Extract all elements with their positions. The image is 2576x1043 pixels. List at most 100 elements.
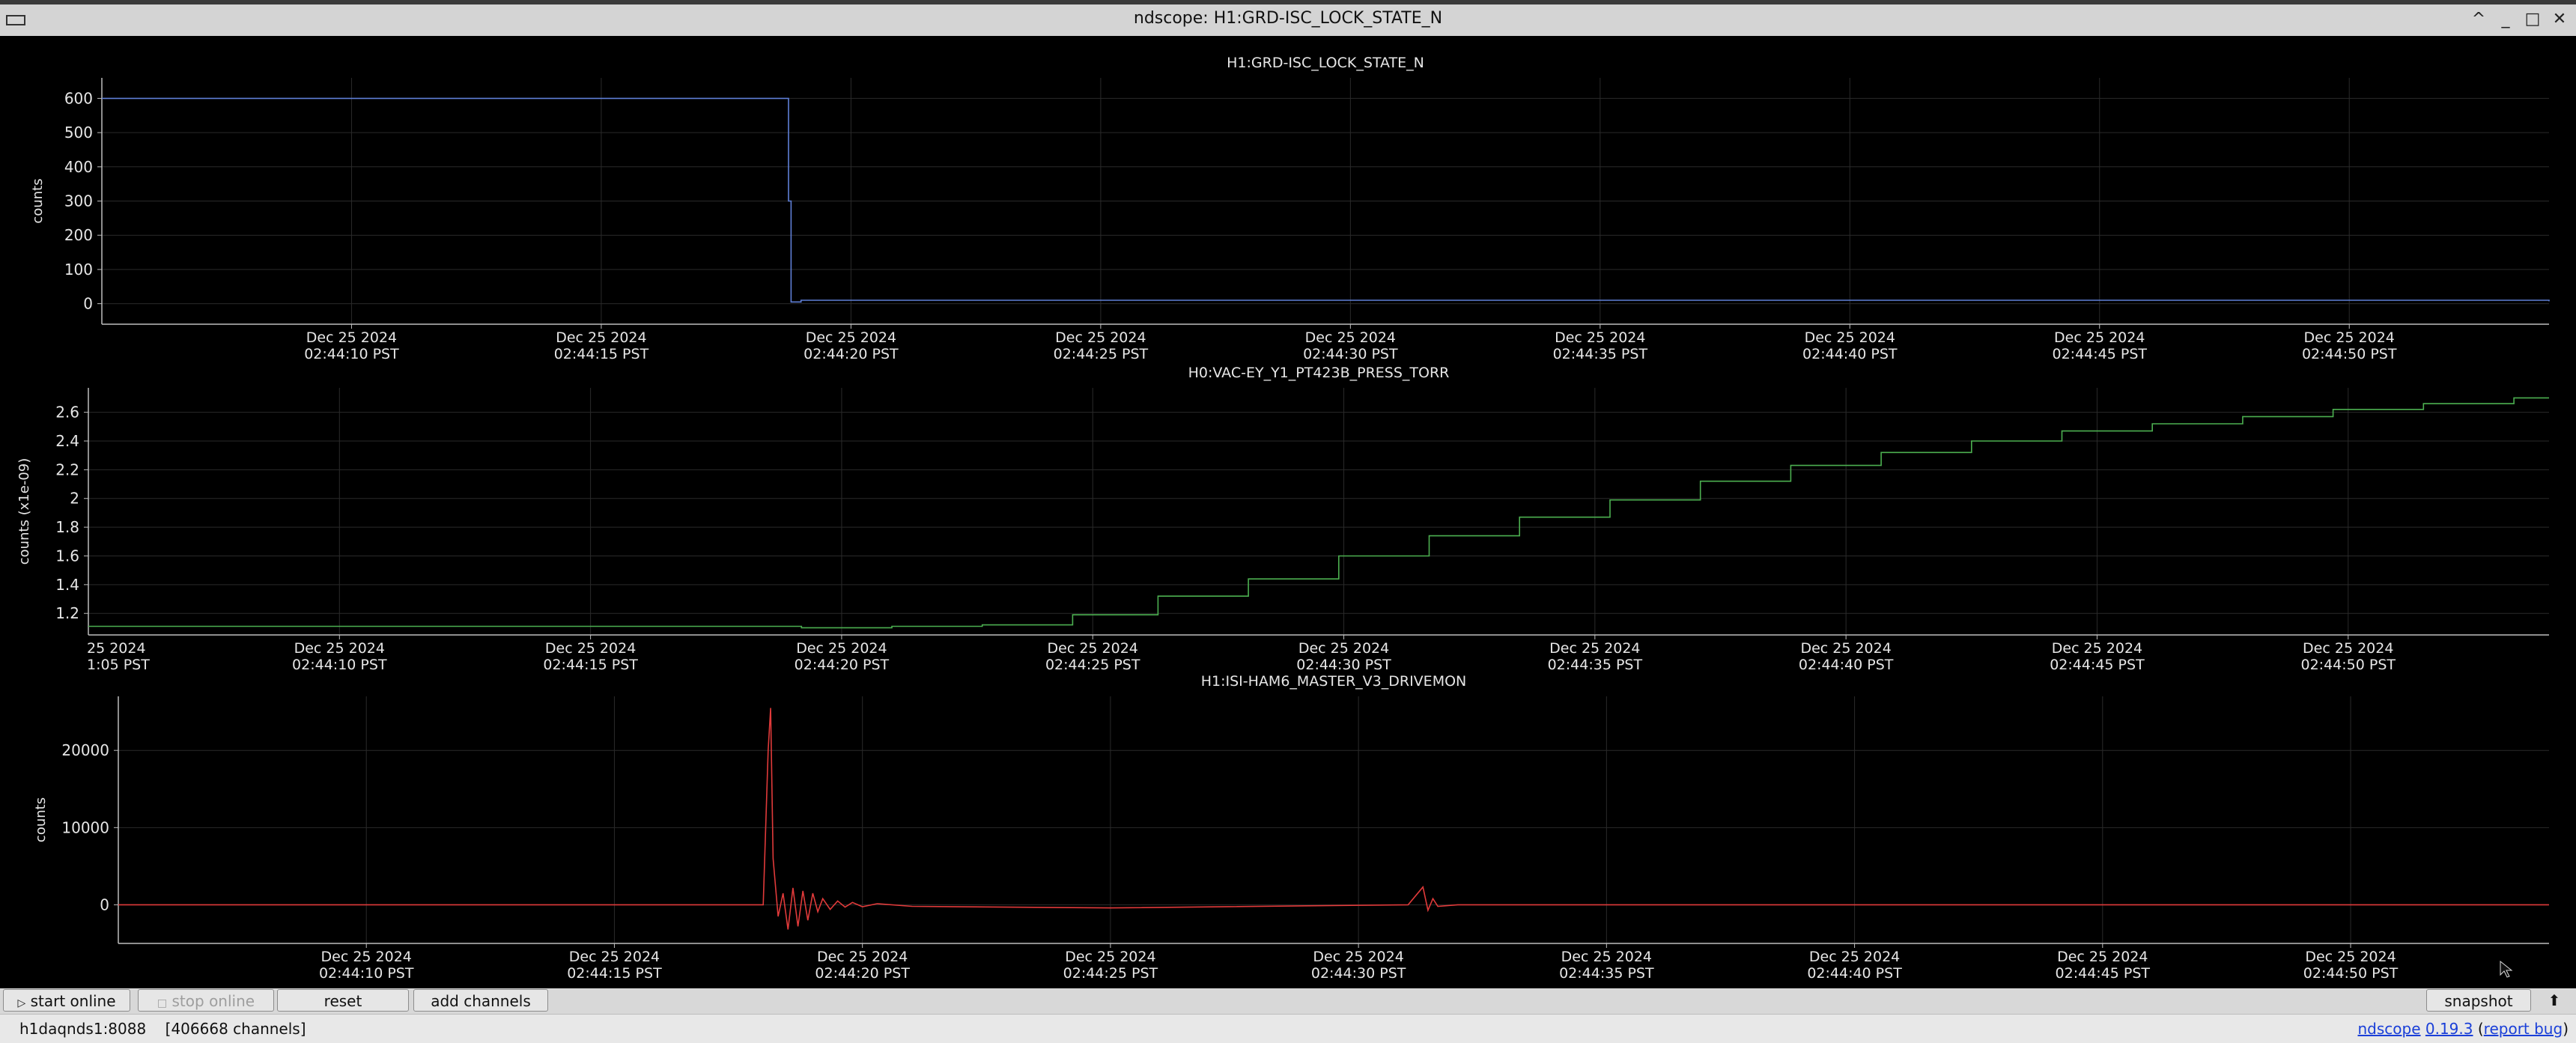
x-tick-date-label: Dec 25 2024: [2305, 949, 2396, 965]
y-tick-label: 2.4: [55, 432, 79, 450]
x-tick-time-label: 02:44:45 PST: [2050, 657, 2145, 673]
x-tick-time-label: 02:44:45 PST: [2056, 965, 2151, 982]
expand-panel-button[interactable]: ⬆: [2536, 989, 2573, 1012]
x-tick-date-label: Dec 25 2024: [545, 640, 636, 657]
x-tick-date-label: Dec 25 2024: [306, 329, 397, 346]
plot-title: H0:VAC-EY_Y1_PT423B_PRESS_TORR: [1188, 365, 1450, 381]
x-tick-date-label: Dec 25 2024: [1809, 949, 1900, 965]
y-tick-label: 600: [64, 89, 93, 107]
x-tick-date-label: Dec 25 2024: [1305, 329, 1396, 346]
play-icon: ▷: [17, 997, 26, 1009]
x-tick-time-label: 02:44:40 PST: [1799, 657, 1894, 673]
plot-panel-2[interactable]: H0:VAC-EY_Y1_PT423B_PRESS_TORRcounts (x1…: [16, 365, 2549, 673]
snapshot-button[interactable]: snapshot: [2426, 989, 2531, 1012]
x-tick-time-label: 02:44:20 PST: [815, 965, 910, 982]
nds-server: h1daqnds1:8088: [19, 1020, 147, 1038]
x-tick-time-label: 02:44:30 PST: [1303, 346, 1398, 362]
y-axis-label: counts: [33, 797, 49, 842]
add-channels-button[interactable]: add channels: [413, 989, 548, 1012]
x-tick-time-label: 02:44:10 PST: [304, 346, 399, 362]
y-tick-label: 1.2: [55, 604, 79, 622]
window-titlebar: ndscope: H1:GRD-ISC_LOCK_STATE_N ^ _ □ ✕: [0, 4, 2576, 37]
x-tick-time-label: 02:44:10 PST: [292, 657, 387, 673]
y-tick-label: 1.8: [55, 518, 79, 536]
x-tick-date-label: Dec 25 2024: [1805, 329, 1895, 346]
x-tick-time-label: 02:44:50 PST: [2303, 965, 2399, 982]
plot-panel-3[interactable]: H1:ISI-HAM6_MASTER_V3_DRIVEMONcounts Dec …: [33, 673, 2549, 982]
x-tick-date-label: Dec 25 2024: [556, 329, 646, 346]
minimize-window-button[interactable]: _: [2492, 7, 2519, 31]
x-tick-date-label: Dec 25 2024: [321, 949, 412, 965]
x-tick-time-label: 02:44:50 PST: [2301, 657, 2396, 673]
series-line: [118, 708, 2549, 930]
x-tick-date-label: Dec 25 2024: [1055, 329, 1146, 346]
x-tick-date-label: Dec 25 2024: [1313, 949, 1403, 965]
x-tick-time-label: 02:44:50 PST: [2302, 346, 2397, 362]
plot-area[interactable]: H1:GRD-ISC_LOCK_STATE_Ncounts Dec 25 2024…: [0, 36, 2576, 988]
status-left: h1daqnds1:8088 [406668 channels]: [19, 1020, 306, 1038]
x-tick-date-label: Dec 25 2024: [1048, 640, 1138, 657]
plot-title: H1:GRD-ISC_LOCK_STATE_N: [1227, 55, 1424, 71]
x-tick-time-label: 02:44:25 PST: [1063, 965, 1158, 982]
x-tick-date-label: Dec 25 2024: [2303, 640, 2393, 657]
version-link[interactable]: 0.19.3: [2425, 1020, 2473, 1038]
x-tick-date-label: Dec 25 2024: [2304, 329, 2395, 346]
x-tick-date-label: Dec 25 2024: [1800, 640, 1891, 657]
x-tick-time-label: 02:44:20 PST: [795, 657, 890, 673]
y-tick-label: 1.6: [55, 547, 79, 565]
y-tick-label: 1.4: [55, 576, 79, 594]
x-tick-time-label: 02:44:35 PST: [1548, 657, 1643, 673]
y-tick-label: 100: [64, 261, 93, 279]
plot-title: H1:ISI-HAM6_MASTER_V3_DRIVEMON: [1201, 673, 1467, 690]
stop-online-button[interactable]: □ stop online: [138, 989, 274, 1012]
plots-svg[interactable]: H1:GRD-ISC_LOCK_STATE_Ncounts Dec 25 2024…: [0, 36, 2576, 988]
y-tick-label: 0: [83, 295, 93, 313]
x-tick-time-label: 02:44:40 PST: [1807, 965, 1902, 982]
y-tick-label: 10000: [61, 818, 109, 836]
y-tick-label: 2.2: [55, 460, 79, 478]
reset-button[interactable]: reset: [277, 989, 409, 1012]
x-tick-date-label: Dec 25 2024: [2052, 640, 2142, 657]
y-tick-label: 300: [64, 192, 93, 210]
maximize-window-button[interactable]: □: [2519, 7, 2546, 31]
y-tick-label: 2.6: [55, 404, 79, 422]
x-tick-date-label: Dec 25 2024: [569, 949, 660, 965]
x-tick-time-label: 02:44:15 PST: [567, 965, 662, 982]
start-online-button[interactable]: ▷ start online: [3, 989, 130, 1012]
stop-icon: □: [157, 997, 168, 1009]
x-tick-date-label: Dec 25 2024: [817, 949, 908, 965]
close-window-button[interactable]: ✕: [2546, 7, 2573, 31]
y-tick-label: 0: [100, 895, 109, 913]
window-title: ndscope: H1:GRD-ISC_LOCK_STATE_N: [1133, 9, 1443, 28]
shade-window-button[interactable]: ^: [2465, 7, 2492, 31]
x-tick-time-label: 02:44:25 PST: [1054, 346, 1149, 362]
ndscope-link[interactable]: ndscope: [2357, 1020, 2420, 1038]
x-tick-date-label: Dec 25 2024: [806, 329, 896, 346]
report-bug-link[interactable]: report bug: [2484, 1020, 2563, 1038]
x-tick-time-label-partial: 1:05 PST: [87, 657, 150, 673]
series-line: [88, 397, 2549, 629]
plot-panel-1[interactable]: H1:GRD-ISC_LOCK_STATE_Ncounts Dec 25 2024…: [30, 55, 2550, 362]
status-right: ndscope 0.19.3 (report bug): [2357, 1020, 2569, 1038]
status-bar: h1daqnds1:8088 [406668 channels] ndscope…: [0, 1014, 2576, 1043]
x-tick-date-label: Dec 25 2024: [1549, 640, 1640, 657]
x-tick-time-label: 02:44:40 PST: [1802, 346, 1898, 362]
y-tick-label: 2: [70, 490, 79, 508]
x-tick-time-label: 02:44:30 PST: [1296, 657, 1391, 673]
x-tick-time-label: 02:44:25 PST: [1045, 657, 1140, 673]
x-tick-date-label: Dec 25 2024: [294, 640, 385, 657]
x-tick-date-label: Dec 25 2024: [1561, 949, 1652, 965]
x-tick-time-label: 02:44:10 PST: [319, 965, 414, 982]
x-tick-time-label: 02:44:35 PST: [1553, 346, 1648, 362]
channel-count: [406668 channels]: [165, 1020, 306, 1038]
x-tick-date-label: Dec 25 2024: [1065, 949, 1155, 965]
x-tick-time-label: 02:44:20 PST: [804, 346, 899, 362]
x-tick-date-label-partial: 25 2024: [87, 640, 146, 657]
x-tick-time-label: 02:44:15 PST: [543, 657, 638, 673]
start-online-label: start online: [30, 992, 116, 1010]
x-tick-date-label: Dec 25 2024: [2054, 329, 2145, 346]
y-tick-label: 400: [64, 158, 93, 176]
x-tick-time-label: 02:44:30 PST: [1311, 965, 1406, 982]
x-tick-time-label: 02:44:45 PST: [2053, 346, 2148, 362]
stop-online-label: stop online: [171, 992, 255, 1010]
